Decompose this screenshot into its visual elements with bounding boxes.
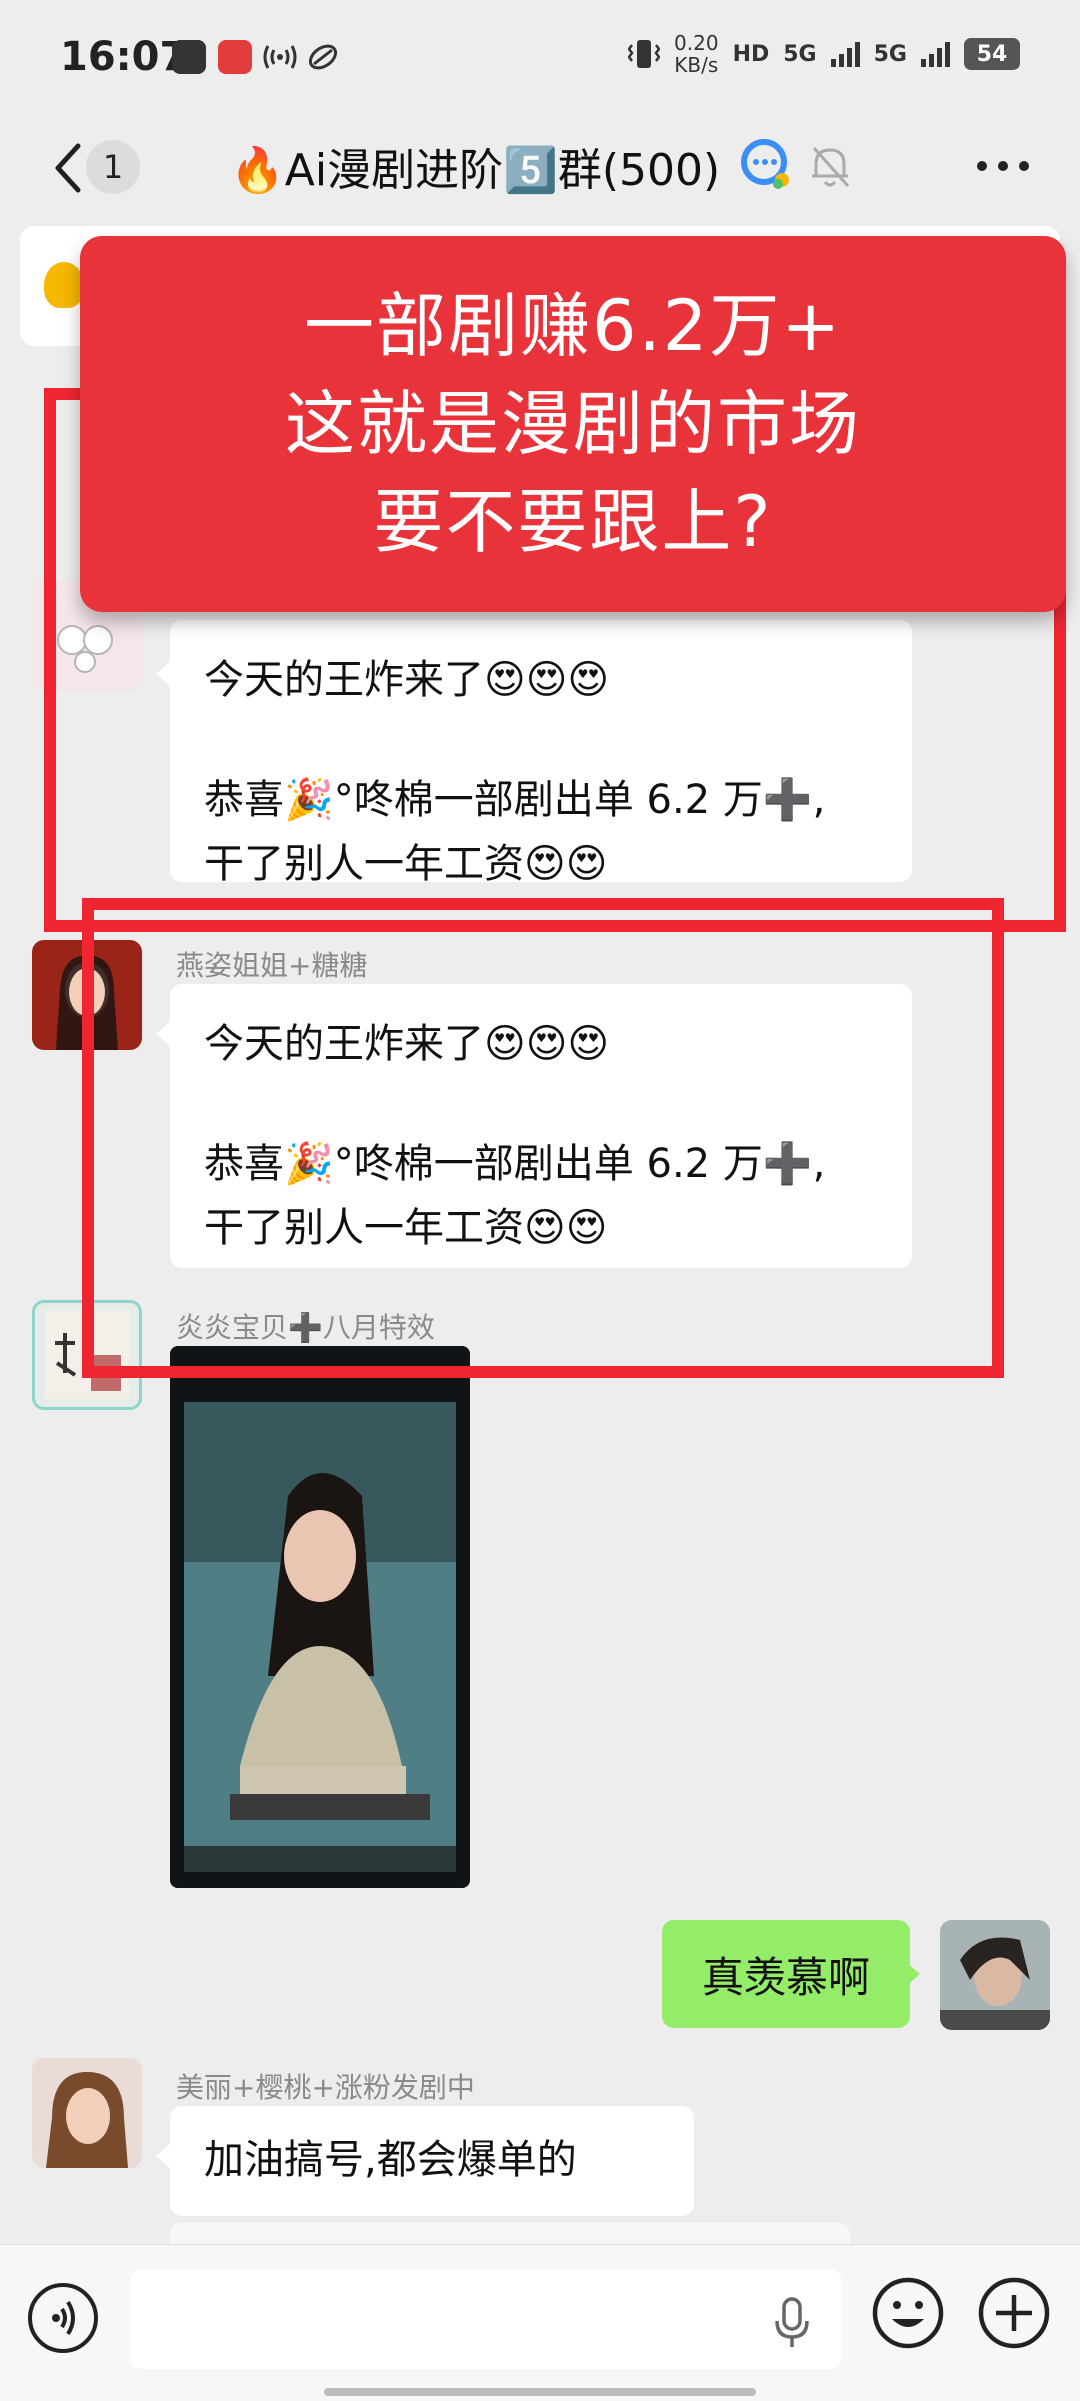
message-input[interactable] xyxy=(130,2269,842,2369)
drama-video-thumbnail xyxy=(170,1346,470,1888)
banner-line: 要不要跟上? xyxy=(373,481,773,563)
home-indicator[interactable] xyxy=(324,2388,756,2396)
bubble-tail xyxy=(156,2144,170,2168)
bulb-icon xyxy=(44,262,84,308)
highlight-frame xyxy=(82,898,1004,1378)
voice-wave-icon xyxy=(52,2300,75,2336)
status-right: 0.20 KB/s HD 5G 5G 54 xyxy=(628,32,1020,76)
banner-line: 这就是漫剧的市场 xyxy=(285,383,861,465)
banner-line: 一部剧赚6.2万+ xyxy=(304,285,842,367)
self-message-bubble[interactable]: 真羡慕啊 xyxy=(662,1920,910,2028)
unread-count: 1 xyxy=(102,148,124,186)
person-avatar-icon xyxy=(940,1920,1050,2030)
plus-icon[interactable] xyxy=(976,2275,1052,2351)
bubble-tail xyxy=(906,1962,920,1986)
sender-name: 美丽+樱桃+涨粉发剧中 xyxy=(176,2071,475,2104)
microphone-icon[interactable] xyxy=(772,2295,812,2351)
chat-input-bar xyxy=(0,2244,1080,2401)
image-message[interactable] xyxy=(170,1346,470,1888)
back-arrow-icon[interactable] xyxy=(48,138,88,198)
link-icon xyxy=(308,44,338,70)
message-bubble[interactable]: 加油搞号,都会爆单的 xyxy=(170,2106,694,2216)
sim1-network-label: 5G xyxy=(783,41,817,67)
battery-level: 54 xyxy=(976,41,1008,67)
voice-toggle-button[interactable] xyxy=(28,2283,98,2353)
unread-count-badge[interactable]: 1 xyxy=(86,140,140,194)
status-bar: 16:07 0.20 KB/s HD 5G 5G 54 xyxy=(0,0,1080,120)
battery-icon: 54 xyxy=(964,38,1020,70)
signal-wave-icon xyxy=(263,45,297,69)
chat-title[interactable]: 🔥Ai漫剧进阶5️⃣群(500) xyxy=(230,134,720,198)
status-time: 16:07 xyxy=(60,34,188,80)
chat-header: 1 🔥Ai漫剧进阶5️⃣群(500) xyxy=(0,120,1080,225)
notification-app-icon xyxy=(172,40,206,74)
avatar[interactable] xyxy=(32,2058,142,2168)
notification-app-icon xyxy=(218,40,252,74)
sim1-signal-icon xyxy=(830,41,860,67)
self-avatar[interactable] xyxy=(940,1920,1050,2030)
person-avatar-icon xyxy=(46,2072,128,2168)
emoji-icon[interactable] xyxy=(870,2275,946,2351)
mute-bell-icon xyxy=(812,146,850,188)
more-options-icon[interactable] xyxy=(976,160,1030,172)
sim2-signal-icon xyxy=(921,41,950,67)
chat-bubble-icon xyxy=(741,139,789,189)
promo-overlay-banner: 一部剧赚6.2万+ 这就是漫剧的市场 要不要跟上? xyxy=(80,236,1066,612)
message-text: 加油搞号,都会爆单的 xyxy=(204,2137,577,2183)
vibrate-icon xyxy=(628,40,661,68)
sim2-network-label: 5G xyxy=(873,41,907,67)
message-text: 真羡慕啊 xyxy=(701,1952,870,2002)
network-speed: 0.20 KB/s xyxy=(674,31,719,77)
hd-voice-label: HD xyxy=(732,41,770,67)
